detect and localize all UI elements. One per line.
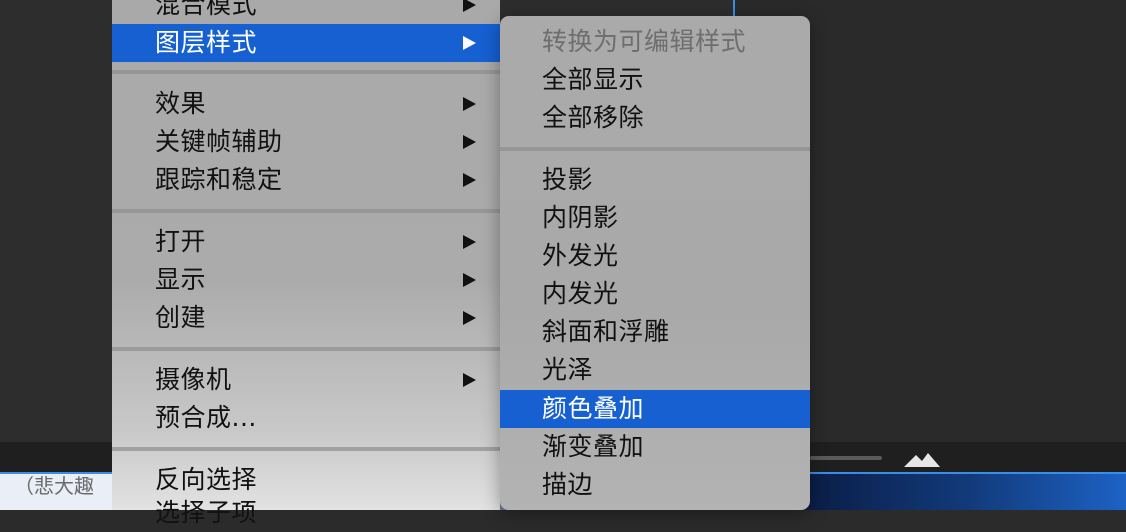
menu-item-label: 跟踪和稳定 <box>155 165 283 194</box>
menu-item-gradient-overlay[interactable]: 渐变叠加 <box>500 428 810 466</box>
menu-item-layer-styles[interactable]: 图层样式 <box>112 24 500 62</box>
menu-item-label: 全部显示 <box>542 65 645 94</box>
menu-item-label: 内阴影 <box>542 203 619 232</box>
menu-item-label: 图层样式 <box>155 28 258 57</box>
menu-item-stroke[interactable]: 描边 <box>500 466 810 504</box>
menu-item-camera[interactable]: 摄像机 <box>112 361 500 399</box>
menu-item-label: 描边 <box>542 470 594 499</box>
timeline-layer-name: （悲大趣 <box>14 474 94 498</box>
triangle-right-icon <box>463 0 476 12</box>
menu-item-label: 预合成... <box>155 403 257 432</box>
triangle-right-icon <box>463 173 476 187</box>
menu-item-label: 摄像机 <box>155 365 232 394</box>
menu-item-convert-to-editable: 转换为可编辑样式 <box>500 23 810 61</box>
menu-item-label: 显示 <box>155 265 207 294</box>
menu-item-show-all[interactable]: 全部显示 <box>500 61 810 99</box>
menu-item-bevel-emboss[interactable]: 斜面和浮雕 <box>500 313 810 351</box>
menu-item-label: 选择子项 <box>155 498 258 527</box>
menu-item-inner-shadow[interactable]: 内阴影 <box>500 199 810 237</box>
triangle-right-icon <box>463 36 476 50</box>
triangle-right-icon <box>463 273 476 287</box>
menu-item-color-overlay[interactable]: 颜色叠加 <box>500 390 810 428</box>
triangle-right-icon <box>463 235 476 249</box>
layer-styles-submenu: 转换为可编辑样式 全部显示 全部移除 投影 内阴影 外发光 内发光 斜面和浮雕 … <box>500 16 810 510</box>
menu-item-label: 转换为可编辑样式 <box>542 27 747 56</box>
menu-item-remove-all[interactable]: 全部移除 <box>500 99 810 137</box>
menu-item-label: 颜色叠加 <box>542 394 645 423</box>
menu-item-label: 打开 <box>155 227 207 256</box>
triangle-right-icon <box>463 97 476 111</box>
menu-item-create[interactable]: 创建 <box>112 299 500 337</box>
menu-item-label: 渐变叠加 <box>542 432 645 461</box>
menu-item-reveal[interactable]: 显示 <box>112 261 500 299</box>
menu-item-label: 关键帧辅助 <box>155 127 283 156</box>
zoom-slider[interactable] <box>810 456 882 460</box>
menu-item-label: 内发光 <box>542 279 619 308</box>
menu-item-outer-glow[interactable]: 外发光 <box>500 237 810 275</box>
menu-item-keyframe-assistant[interactable]: 关键帧辅助 <box>112 123 500 161</box>
triangle-right-icon <box>463 311 476 325</box>
triangle-right-icon <box>463 135 476 149</box>
menu-item-label: 创建 <box>155 303 207 332</box>
menu-separator <box>112 447 500 451</box>
menu-separator <box>500 147 810 151</box>
menu-item-inner-glow[interactable]: 内发光 <box>500 275 810 313</box>
triangle-right-icon <box>463 373 476 387</box>
menu-item-effects[interactable]: 效果 <box>112 85 500 123</box>
menu-item-drop-shadow[interactable]: 投影 <box>500 161 810 199</box>
menu-item-satin[interactable]: 光泽 <box>500 351 810 389</box>
menu-item-label: 效果 <box>155 89 207 118</box>
menu-item-open[interactable]: 打开 <box>112 223 500 261</box>
menu-item-label: 投影 <box>542 165 594 194</box>
mountain-icon[interactable] <box>904 449 940 467</box>
menu-item-label: 全部移除 <box>542 103 645 132</box>
menu-item-label: 外发光 <box>542 241 619 270</box>
menu-separator <box>112 209 500 213</box>
menu-item-track-stabilize[interactable]: 跟踪和稳定 <box>112 161 500 199</box>
layer-context-menu: 混合模式 图层样式 效果 关键帧辅助 跟踪和稳定 打开 显示 创建 摄像机 预合… <box>112 0 500 527</box>
menu-item-blend-mode[interactable]: 混合模式 <box>112 0 500 24</box>
menu-item-label: 光泽 <box>542 355 594 384</box>
menu-item-select-children[interactable]: 选择子项 <box>112 494 500 532</box>
menu-separator <box>112 347 500 351</box>
menu-separator <box>112 70 500 74</box>
menu-item-precompose[interactable]: 预合成... <box>112 399 500 437</box>
menu-item-label: 混合模式 <box>155 0 258 19</box>
menu-item-label: 斜面和浮雕 <box>542 317 670 346</box>
